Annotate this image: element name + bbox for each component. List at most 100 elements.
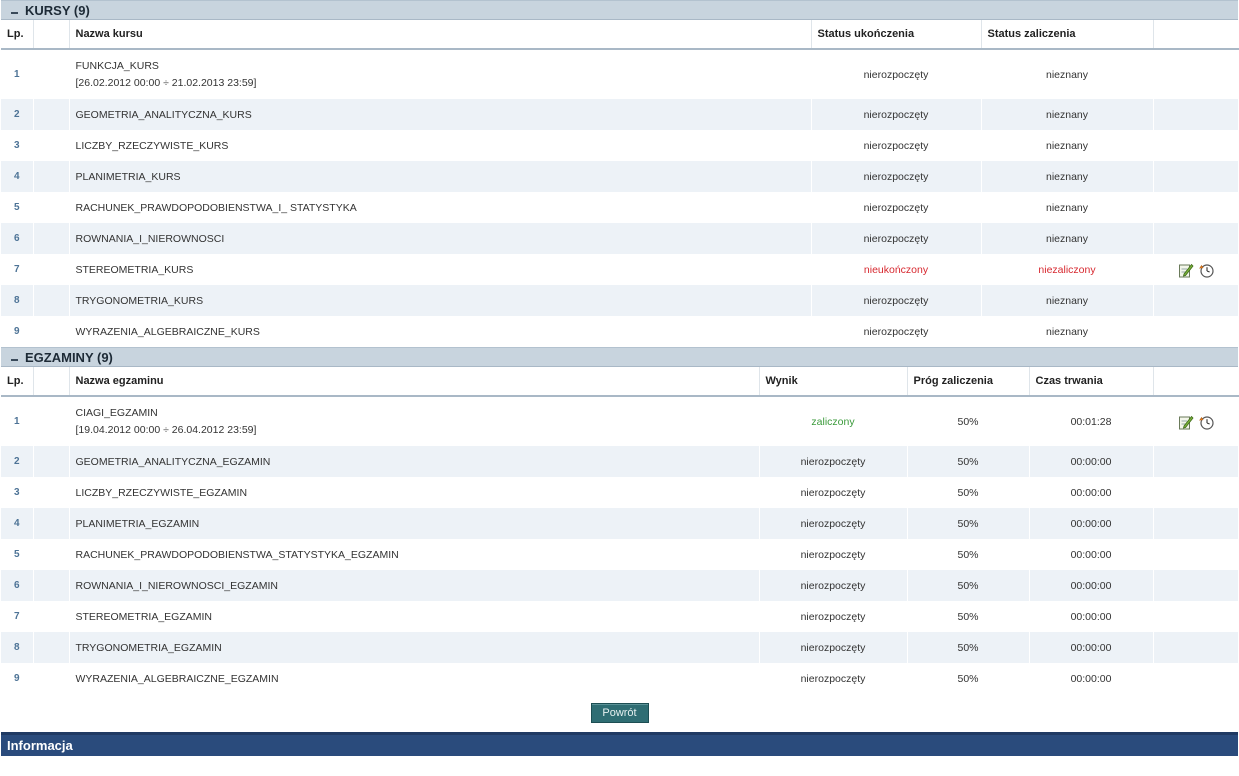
exams-section-title: EGZAMINY (9) — [25, 349, 113, 365]
actions-cell — [1153, 285, 1239, 316]
col-lp: Lp. — [1, 367, 34, 397]
course-name[interactable]: FUNKCJA_KURS — [76, 60, 159, 72]
course-name-cell[interactable]: TRYGONOMETRIA_KURS — [69, 285, 812, 316]
pass-status: nieznany — [981, 130, 1154, 161]
exam-threshold: 50% — [907, 663, 1030, 694]
exam-name[interactable]: LICZBY_RZECZYWISTE_EGZAMIN — [76, 487, 248, 499]
course-name[interactable]: TRYGONOMETRIA_KURS — [76, 295, 204, 307]
col-actions — [1153, 367, 1238, 397]
exams-table: Lp. Nazwa egzaminu Wynik Próg zaliczenia… — [1, 367, 1239, 694]
table-row: 9 WYRAZENIA_ALGEBRAICZNE_KURS nierozpoczęt… — [1, 316, 1239, 347]
table-row: 7 STEREOMETRIA_EGZAMIN nierozpoczęty 50% 00:… — [1, 601, 1239, 632]
course-name[interactable]: RACHUNEK_PRAWDOPODOBIENSTWA_I_ STATYSTYK… — [76, 202, 357, 214]
row-blank — [33, 161, 70, 192]
actions-cell — [1153, 663, 1239, 694]
course-name[interactable]: LICZBY_RZECZYWISTE_KURS — [76, 140, 229, 152]
table-row: 5 RACHUNEK_PRAWDOPODOBIENSTWA_I_ STATYSTY… — [1, 192, 1239, 223]
table-row: 8 TRYGONOMETRIA_KURS nierozpoczęty nieznany — [1, 285, 1239, 316]
col-actions — [1153, 20, 1238, 50]
actions-cell — [1153, 192, 1239, 223]
exams-section-header: EGZAMINY (9) — [1, 347, 1238, 367]
course-name-cell[interactable]: LICZBY_RZECZYWISTE_KURS — [69, 130, 812, 161]
exam-name[interactable]: CIAGI_EGZAMIN — [76, 407, 158, 419]
exam-name-cell[interactable]: STEREOMETRIA_EGZAMIN — [69, 601, 760, 632]
actions-cell — [1153, 161, 1239, 192]
row-number: 9 — [1, 663, 34, 694]
col-blank — [33, 20, 70, 50]
pass-status: nieznany — [981, 316, 1154, 347]
course-name[interactable]: GEOMETRIA_ANALITYCZNA_KURS — [76, 109, 252, 121]
row-blank — [33, 192, 70, 223]
exam-name[interactable]: STEREOMETRIA_EGZAMIN — [76, 611, 213, 623]
col-duration: Czas trwania — [1029, 367, 1154, 397]
course-name[interactable]: PLANIMETRIA_KURS — [76, 171, 181, 183]
collapse-courses-icon[interactable] — [10, 6, 19, 15]
actions-cell — [1153, 508, 1239, 539]
course-name[interactable]: STEREOMETRIA_KURS — [76, 264, 194, 276]
exam-threshold: 50% — [907, 446, 1030, 477]
pass-status: nieznany — [981, 99, 1154, 130]
course-name-cell[interactable]: RACHUNEK_PRAWDOPODOBIENSTWA_I_ STATYSTYK… — [69, 192, 812, 223]
exam-result: nierozpoczęty — [759, 632, 908, 663]
row-blank — [33, 446, 70, 477]
clock-history-icon[interactable] — [1198, 262, 1214, 278]
exam-name[interactable]: GEOMETRIA_ANALITYCZNA_EGZAMIN — [76, 456, 271, 468]
row-blank — [33, 130, 70, 161]
exam-duration: 00:00:00 — [1029, 508, 1154, 539]
completion-status: nierozpoczęty — [811, 99, 982, 130]
edit-notes-icon[interactable] — [1178, 262, 1194, 278]
table-row: 2 GEOMETRIA_ANALITYCZNA_KURS nierozpoczęty… — [1, 99, 1239, 130]
exam-dates: [19.04.2012 00:00 ÷ 26.04.2012 23:59] — [75, 424, 257, 436]
exam-name-cell[interactable]: CIAGI_EGZAMIN [19.04.2012 00:00 ÷ 26.04.2… — [69, 396, 760, 446]
exam-name-cell[interactable]: WYRAZENIA_ALGEBRAICZNE_EGZAMIN — [69, 663, 760, 694]
exam-result: nierozpoczęty — [759, 539, 908, 570]
course-name-cell[interactable]: STEREOMETRIA_KURS — [69, 254, 812, 285]
exam-name-cell[interactable]: LICZBY_RZECZYWISTE_EGZAMIN — [69, 477, 760, 508]
row-number: 1 — [1, 396, 34, 446]
completion-status: nierozpoczęty — [811, 285, 982, 316]
row-number: 5 — [1, 192, 34, 223]
course-name-cell[interactable]: FUNKCJA_KURS [26.02.2012 00:00 ÷ 21.02.20… — [69, 49, 812, 99]
pass-status: nieznany — [981, 161, 1154, 192]
exam-name-cell[interactable]: RACHUNEK_PRAWDOPODOBIENSTWA_STATYSTYKA_E… — [69, 539, 760, 570]
exam-name[interactable]: RACHUNEK_PRAWDOPODOBIENSTWA_STATYSTYKA_E… — [76, 549, 399, 561]
course-name-cell[interactable]: WYRAZENIA_ALGEBRAICZNE_KURS — [69, 316, 812, 347]
course-name[interactable]: ROWNANIA_I_NIEROWNOSCI — [76, 233, 225, 245]
table-row: 1 CIAGI_EGZAMIN [19.04.2012 00:00 ÷ 26.04.… — [1, 396, 1239, 446]
row-number: 8 — [1, 632, 34, 663]
exam-result: nierozpoczęty — [759, 477, 908, 508]
exam-name-cell[interactable]: PLANIMETRIA_EGZAMIN — [69, 508, 760, 539]
exam-name-cell[interactable]: TRYGONOMETRIA_EGZAMIN — [69, 632, 760, 663]
col-completion-status: Status ukończenia — [811, 20, 982, 50]
clock-history-icon[interactable] — [1198, 414, 1214, 430]
row-blank — [33, 663, 70, 694]
edit-notes-icon[interactable] — [1178, 414, 1194, 430]
back-button[interactable]: Powrót — [590, 703, 649, 723]
row-number: 7 — [1, 601, 34, 632]
table-row: 6 ROWNANIA_I_NIEROWNOSCI_EGZAMIN nierozpoc… — [1, 570, 1239, 601]
completion-status: nierozpoczęty — [811, 316, 982, 347]
col-result: Wynik — [759, 367, 908, 397]
collapse-exams-icon[interactable] — [10, 353, 19, 362]
row-blank — [33, 601, 70, 632]
exam-duration: 00:00:00 — [1029, 446, 1154, 477]
row-number: 4 — [1, 508, 34, 539]
exam-name[interactable]: WYRAZENIA_ALGEBRAICZNE_EGZAMIN — [76, 673, 279, 685]
exam-name[interactable]: PLANIMETRIA_EGZAMIN — [76, 518, 200, 530]
exam-name-cell[interactable]: ROWNANIA_I_NIEROWNOSCI_EGZAMIN — [69, 570, 760, 601]
exam-name-cell[interactable]: GEOMETRIA_ANALITYCZNA_EGZAMIN — [69, 446, 760, 477]
exam-name[interactable]: TRYGONOMETRIA_EGZAMIN — [76, 642, 222, 654]
course-name-cell[interactable]: PLANIMETRIA_KURS — [69, 161, 812, 192]
table-row: 5 RACHUNEK_PRAWDOPODOBIENSTWA_STATYSTYKA_… — [1, 539, 1239, 570]
info-bar: Informacja — [1, 732, 1238, 756]
actions-cell — [1153, 99, 1239, 130]
table-row: 1 FUNKCJA_KURS [26.02.2012 00:00 ÷ 21.02.2… — [1, 49, 1239, 99]
row-number: 4 — [1, 161, 34, 192]
exam-threshold: 50% — [907, 396, 1030, 446]
course-name[interactable]: WYRAZENIA_ALGEBRAICZNE_KURS — [76, 326, 260, 338]
course-name-cell[interactable]: GEOMETRIA_ANALITYCZNA_KURS — [69, 99, 812, 130]
course-name-cell[interactable]: ROWNANIA_I_NIEROWNOSCI — [69, 223, 812, 254]
exam-name[interactable]: ROWNANIA_I_NIEROWNOSCI_EGZAMIN — [76, 580, 278, 592]
exam-result: nierozpoczęty — [759, 663, 908, 694]
exam-threshold: 50% — [907, 539, 1030, 570]
